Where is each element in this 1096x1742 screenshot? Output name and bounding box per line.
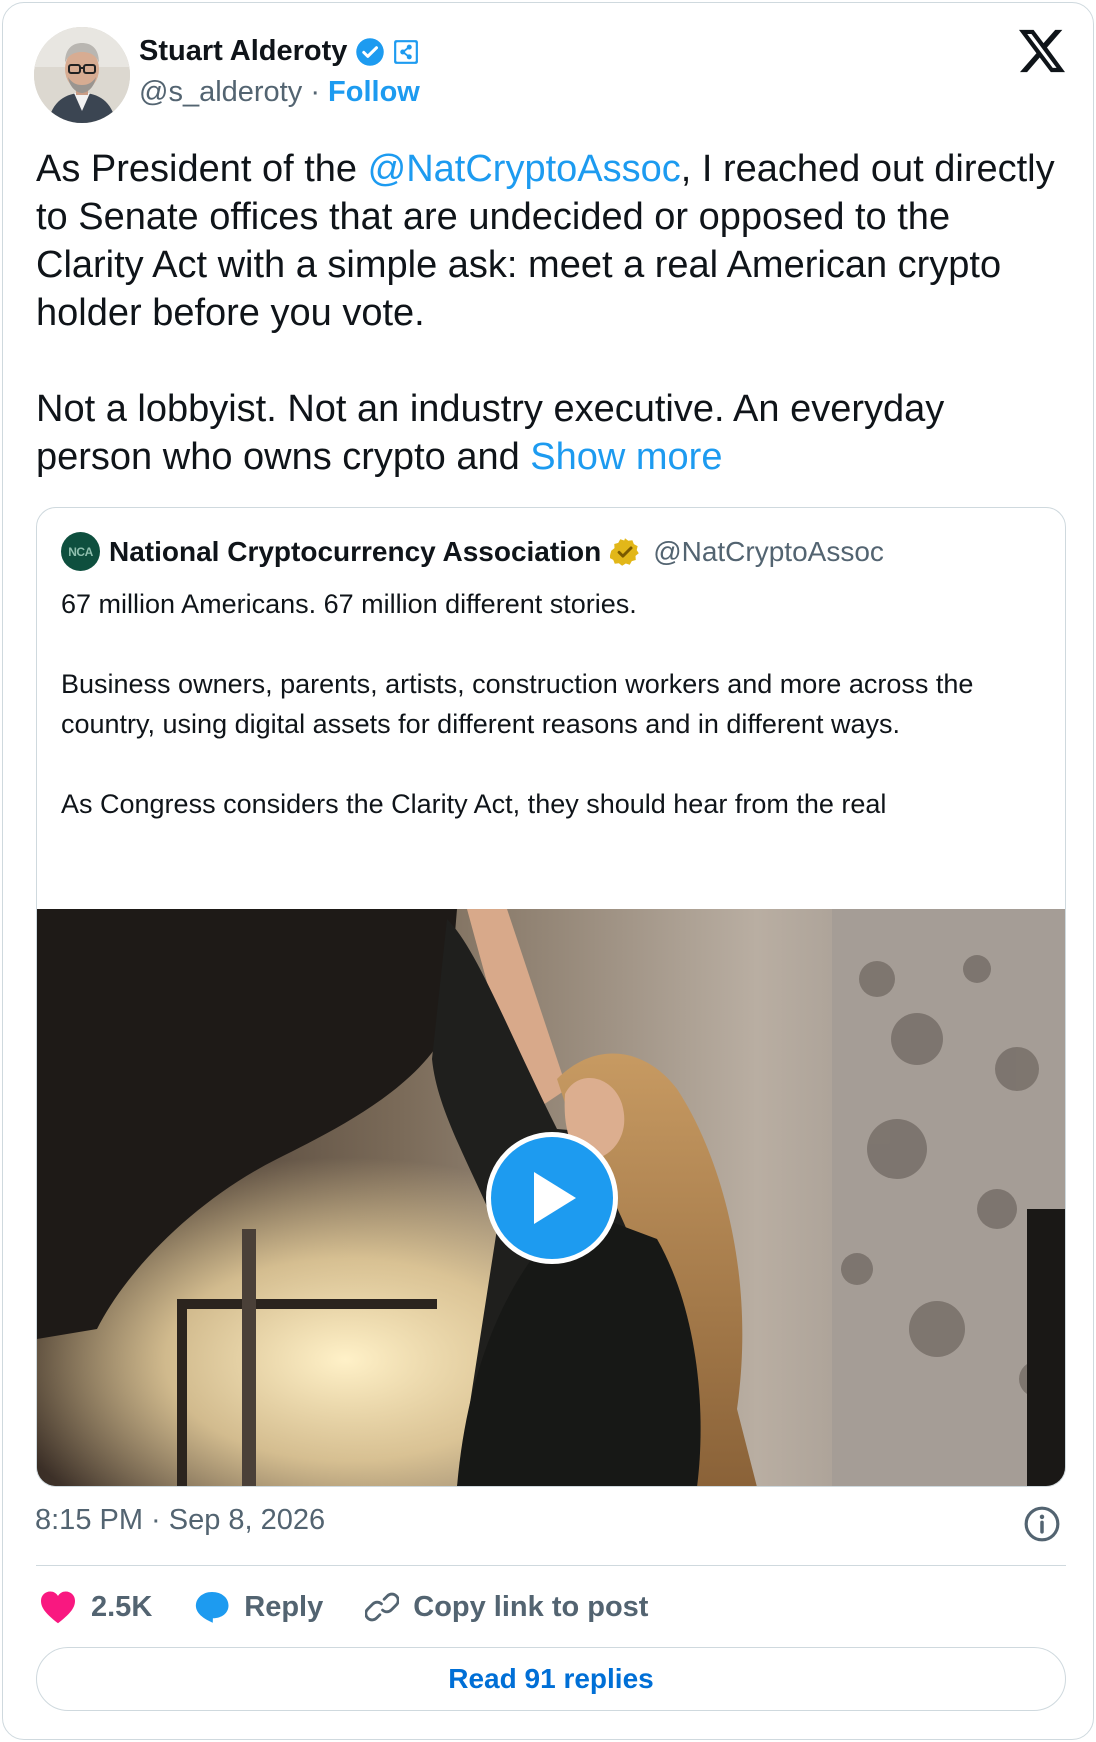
quoted-post-header: NCA National Cryptocurrency Association … (61, 532, 884, 571)
gold-verified-badge-icon (610, 537, 639, 566)
quoted-paragraph-2: Business owners, parents, artists, const… (61, 669, 974, 739)
handle-separator: · (310, 76, 320, 108)
verified-badge-icon (356, 37, 385, 66)
quoted-post-body: 67 million Americans. 67 million differe… (61, 584, 1051, 864)
quoted-author-avatar[interactable]: NCA (61, 532, 100, 571)
quoted-paragraph-1: 67 million Americans. 67 million differe… (61, 589, 637, 619)
copy-link-label: Copy link to post (413, 1590, 649, 1623)
author-name[interactable]: Stuart Alderoty (139, 35, 347, 68)
quoted-post[interactable]: NCA National Cryptocurrency Association … (36, 507, 1066, 1487)
reply-bubble-icon (196, 1592, 229, 1623)
author-handle-row: @s_alderoty · Follow (139, 76, 420, 109)
author-name-row: Stuart Alderoty (139, 35, 419, 68)
play-icon (534, 1172, 576, 1224)
show-more-link[interactable]: Show more (530, 436, 722, 478)
divider (36, 1565, 1066, 1566)
like-count: 2.5K (91, 1590, 153, 1623)
heart-icon (41, 1591, 75, 1624)
affiliate-badge-icon (394, 39, 419, 64)
info-icon[interactable] (1023, 1505, 1061, 1543)
post-paragraph-1: As President of the @NatCryptoAssoc, I r… (36, 145, 1066, 337)
copy-link-button[interactable]: Copy link to post (365, 1590, 648, 1624)
action-bar: 2.5K Reply Copy link to post (39, 1583, 690, 1631)
author-handle[interactable]: @s_alderoty (139, 76, 302, 108)
author-avatar[interactable] (34, 27, 130, 123)
read-replies-button[interactable]: Read 91 replies (36, 1647, 1066, 1711)
avatar-portrait (34, 27, 130, 123)
play-button[interactable] (486, 1132, 618, 1264)
like-button[interactable]: 2.5K (39, 1590, 152, 1624)
post-body: As President of the @NatCryptoAssoc, I r… (36, 145, 1066, 529)
x-logo-icon[interactable] (1019, 29, 1065, 73)
reply-label: Reply (244, 1590, 324, 1623)
post-text: As President of the (36, 148, 368, 190)
quoted-paragraph-3: As Congress considers the Clarity Act, t… (61, 789, 887, 819)
link-icon (365, 1592, 400, 1622)
quoted-author-handle[interactable]: @NatCryptoAssoc (653, 536, 884, 568)
mention-link[interactable]: @NatCryptoAssoc (368, 148, 681, 190)
post-timestamp[interactable]: 8:15 PM · Sep 8, 2026 (35, 1504, 325, 1537)
embedded-post-card: Stuart Alderoty @s_alderoty · Follow As … (2, 2, 1094, 1740)
video-thumbnail[interactable] (37, 909, 1065, 1486)
quoted-author-name[interactable]: National Cryptocurrency Association (109, 536, 601, 568)
reply-button[interactable]: Reply (194, 1590, 323, 1624)
post-paragraph-2: Not a lobbyist. Not an industry executiv… (36, 385, 1066, 481)
post-text: Not a lobbyist. Not an industry executiv… (36, 388, 945, 478)
follow-button[interactable]: Follow (328, 76, 420, 108)
